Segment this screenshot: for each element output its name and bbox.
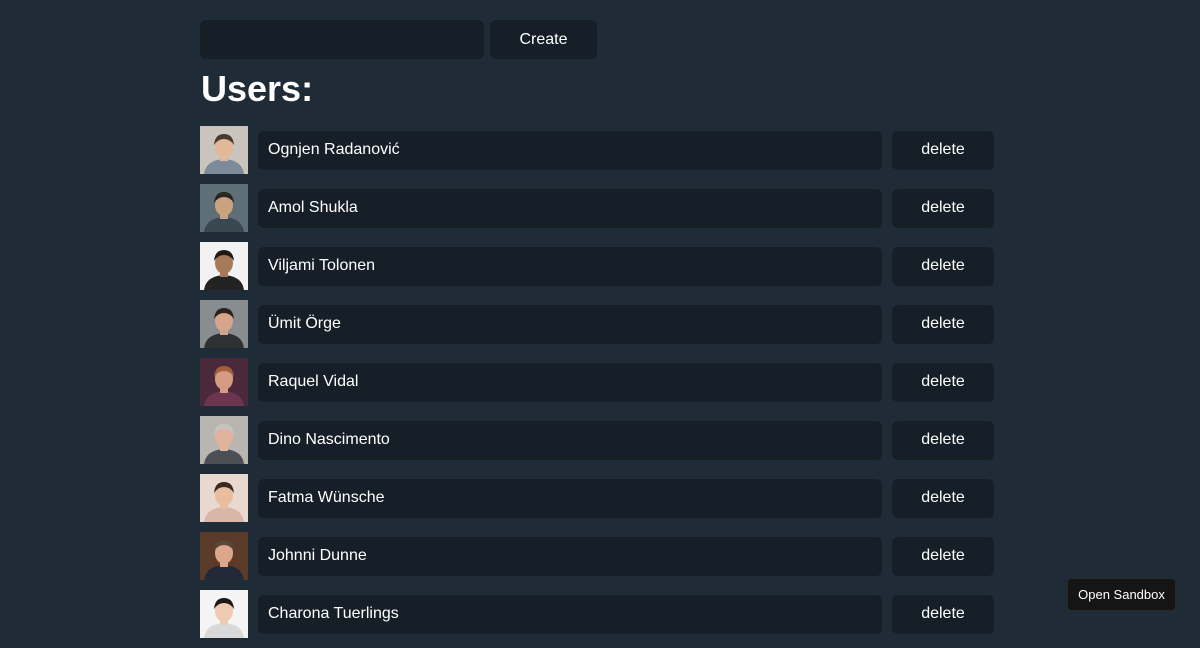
user-avatar (200, 242, 248, 290)
user-name: Ümit Örge (258, 304, 882, 344)
user-avatar (200, 184, 248, 232)
user-row: Johnni Dunne delete (200, 532, 994, 580)
open-sandbox-button[interactable]: Open Sandbox (1067, 578, 1176, 611)
user-row: Amol Shukla delete (200, 184, 994, 232)
user-row: Ümit Örge delete (200, 300, 994, 348)
user-name: Ognjen Radanović (258, 130, 882, 170)
delete-user-button[interactable]: delete (892, 420, 994, 460)
delete-user-button[interactable]: delete (892, 478, 994, 518)
user-avatar (200, 358, 248, 406)
user-name: Amol Shukla (258, 188, 882, 228)
delete-user-button[interactable]: delete (892, 188, 994, 228)
user-avatar (200, 126, 248, 174)
user-avatar (200, 590, 248, 638)
delete-user-button[interactable]: delete (892, 594, 994, 634)
user-avatar (200, 300, 248, 348)
user-name: Johnni Dunne (258, 536, 882, 576)
user-row: Charona Tuerlings delete (200, 590, 994, 638)
user-avatar (200, 532, 248, 580)
delete-user-button[interactable]: delete (892, 536, 994, 576)
user-list: Ognjen Radanović delete Amol Shukla delete V… (200, 126, 994, 648)
create-button[interactable]: Create (490, 20, 597, 59)
user-row: Ognjen Radanović delete (200, 126, 994, 174)
delete-user-button[interactable]: delete (892, 130, 994, 170)
user-name: Viljami Tolonen (258, 246, 882, 286)
user-name: Raquel Vidal (258, 362, 882, 402)
user-row: Viljami Tolonen delete (200, 242, 994, 290)
user-row: Dino Nascimento delete (200, 416, 994, 464)
user-row: Raquel Vidal delete (200, 358, 994, 406)
delete-user-button[interactable]: delete (892, 246, 994, 286)
user-name: Dino Nascimento (258, 420, 882, 460)
user-row: Fatma Wünsche delete (200, 474, 994, 522)
user-name: Fatma Wünsche (258, 478, 882, 518)
user-avatar (200, 416, 248, 464)
users-heading: Users: (201, 68, 314, 109)
user-avatar (200, 474, 248, 522)
delete-user-button[interactable]: delete (892, 362, 994, 402)
user-name: Charona Tuerlings (258, 594, 882, 634)
new-user-name-input[interactable] (200, 20, 484, 59)
delete-user-button[interactable]: delete (892, 304, 994, 344)
create-user-form: Create (200, 20, 597, 59)
